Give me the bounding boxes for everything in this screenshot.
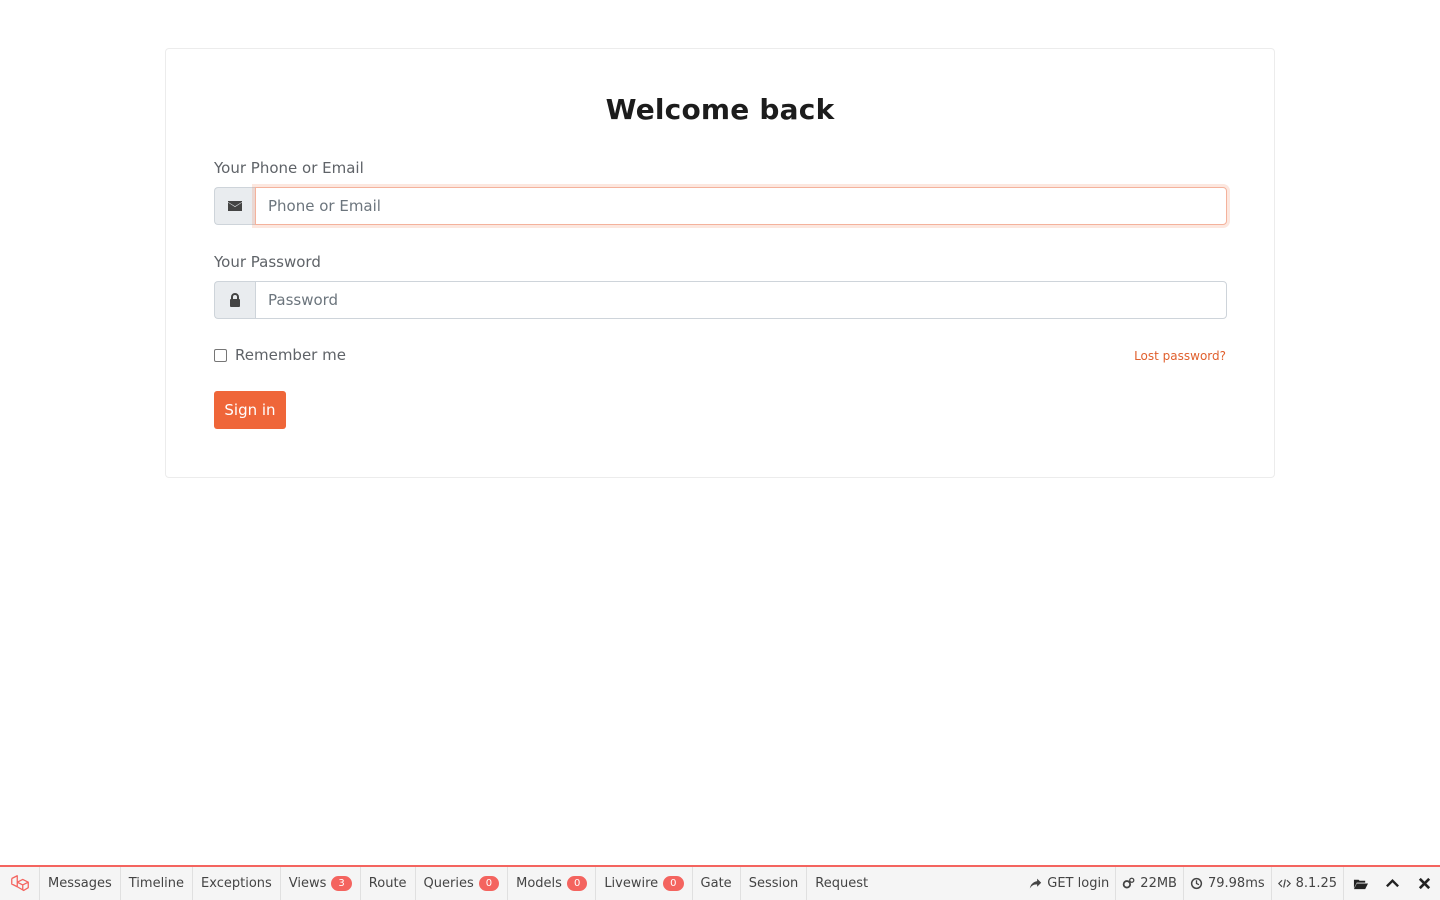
debug-tab-label: Timeline	[128, 876, 185, 891]
remember-me-row: Remember me	[214, 346, 346, 364]
debug-tab-label: Gate	[700, 876, 732, 891]
lost-password-link[interactable]: Lost password?	[1134, 349, 1226, 363]
debug-tab-livewire[interactable]: Livewire 0	[596, 867, 693, 900]
sign-in-button[interactable]: Sign in	[214, 391, 286, 429]
debug-tab-gate[interactable]: Gate	[693, 867, 741, 900]
lock-icon	[214, 281, 255, 319]
email-input-group	[214, 187, 1227, 225]
code-icon	[1277, 879, 1291, 888]
password-input[interactable]	[255, 281, 1227, 319]
count-badge: 0	[566, 876, 588, 891]
count-badge: 3	[331, 876, 352, 891]
debug-bar-stats: GET login 22MB 79.98ms 8.1.25	[1023, 867, 1440, 900]
debug-tab-views[interactable]: Views 3	[281, 867, 361, 900]
php-version-value: 8.1.25	[1295, 876, 1337, 891]
password-label: Your Password	[214, 253, 321, 271]
memory-value: 22MB	[1140, 876, 1177, 891]
email-input[interactable]	[255, 187, 1227, 225]
remember-me-label[interactable]: Remember me	[235, 346, 346, 364]
debug-tab-session[interactable]: Session	[741, 867, 808, 900]
debug-tab-label: Views	[288, 876, 327, 891]
clock-icon	[1190, 877, 1203, 890]
remember-me-checkbox[interactable]	[214, 348, 227, 362]
debug-tab-label: Request	[815, 876, 869, 891]
share-icon	[1030, 878, 1042, 889]
debug-tab-label: Messages	[48, 876, 112, 891]
email-label: Your Phone or Email	[214, 159, 364, 177]
close-icon[interactable]	[1408, 867, 1440, 900]
time-stat[interactable]: 79.98ms	[1184, 867, 1272, 900]
debug-tab-exceptions[interactable]: Exceptions	[193, 867, 281, 900]
debug-tab-queries[interactable]: Queries 0	[416, 867, 509, 900]
php-version-stat[interactable]: 8.1.25	[1272, 867, 1344, 900]
request-method-value: GET login	[1047, 876, 1110, 891]
debug-tab-timeline[interactable]: Timeline	[121, 867, 194, 900]
debug-bar-tabs: Messages Timeline Exceptions Views 3 Route Que…	[40, 867, 876, 900]
debug-tab-label: Queries	[423, 876, 474, 891]
debug-tab-label: Route	[368, 876, 407, 891]
debug-tab-messages[interactable]: Messages	[40, 867, 121, 900]
login-card: Welcome back Your Phone or Email Your Pa…	[165, 48, 1275, 478]
envelope-icon	[214, 187, 255, 225]
debug-tab-models[interactable]: Models 0	[508, 867, 597, 900]
debug-tab-label: Session	[748, 876, 799, 891]
debug-tab-request[interactable]: Request	[807, 867, 876, 900]
count-badge: 0	[663, 876, 684, 891]
password-input-group	[214, 281, 1227, 319]
debug-tab-label: Exceptions	[201, 876, 272, 891]
chevron-up-icon[interactable]	[1376, 867, 1408, 900]
debug-bar: Messages Timeline Exceptions Views 3 Route Que…	[0, 865, 1440, 900]
cogs-icon	[1123, 877, 1135, 889]
page-title: Welcome back	[605, 93, 835, 126]
debug-tab-label: Models	[516, 876, 562, 891]
memory-stat[interactable]: 22MB	[1116, 867, 1184, 900]
debug-tab-route[interactable]: Route	[361, 867, 416, 900]
request-method-stat[interactable]: GET login	[1023, 867, 1117, 900]
time-value: 79.98ms	[1207, 876, 1265, 891]
debug-tab-label: Livewire	[604, 876, 659, 891]
count-badge: 0	[478, 876, 500, 891]
laravel-logo-icon[interactable]	[0, 867, 40, 900]
open-folder-icon[interactable]	[1344, 867, 1376, 900]
